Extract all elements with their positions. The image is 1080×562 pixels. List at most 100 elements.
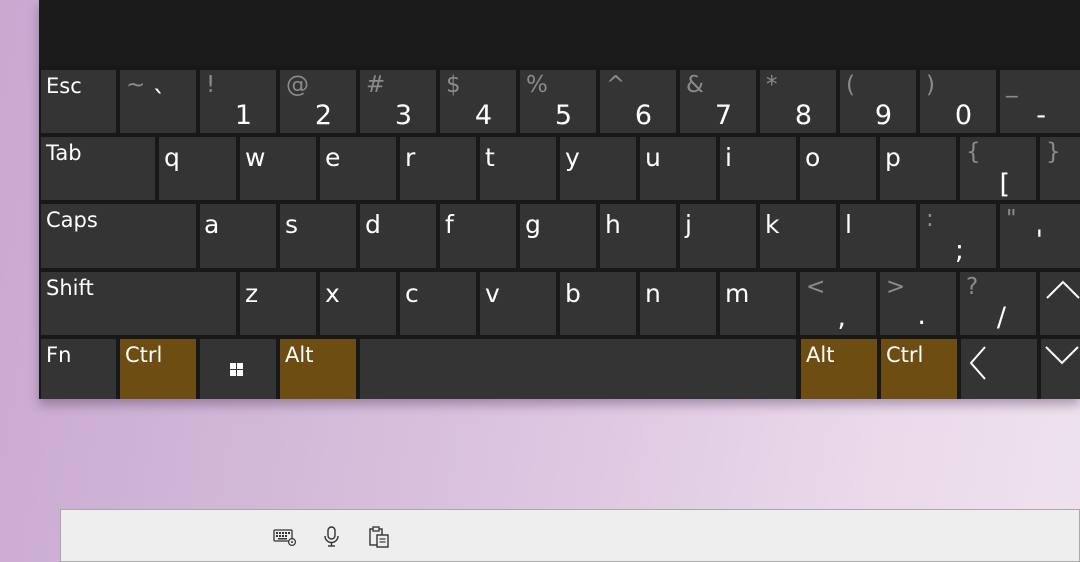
arrow-left-icon: [969, 346, 986, 380]
key-slash[interactable]: ? /: [960, 272, 1036, 335]
key-shift-label: >: [886, 274, 906, 300]
key-letter: p: [885, 143, 901, 172]
key-caps[interactable]: Caps: [41, 204, 196, 268]
key-9[interactable]: ( 9: [840, 70, 916, 133]
key-f[interactable]: f: [440, 204, 516, 268]
key-t[interactable]: t: [480, 137, 556, 200]
key-period[interactable]: > .: [880, 272, 956, 335]
key-label: Shift: [46, 276, 94, 300]
key-label: Alt: [806, 343, 835, 367]
key-label: Alt: [285, 343, 314, 367]
key-shift-label: _: [1006, 72, 1018, 98]
microphone-icon[interactable]: [320, 525, 344, 549]
key-l[interactable]: l: [840, 204, 916, 268]
key-4[interactable]: $ 4: [440, 70, 516, 133]
key-r[interactable]: r: [400, 137, 476, 200]
key-main-label: 0: [954, 100, 972, 131]
key-main-label: -: [1036, 100, 1046, 131]
arrow-up-icon: [1046, 280, 1080, 299]
key-semicolon[interactable]: : ;: [920, 204, 996, 268]
key-5[interactable]: % 5: [520, 70, 596, 133]
key-windows[interactable]: [200, 339, 276, 399]
key-label: Ctrl: [886, 343, 924, 367]
key-minus[interactable]: _ -: [1000, 70, 1080, 133]
key-fn[interactable]: Fn: [41, 339, 116, 399]
key-letter: g: [525, 210, 541, 239]
key-ctrl-left[interactable]: Ctrl: [120, 339, 196, 399]
key-shift-label: ^: [606, 72, 626, 98]
key-z[interactable]: z: [240, 272, 316, 335]
key-v[interactable]: v: [480, 272, 556, 335]
key-c[interactable]: c: [400, 272, 476, 335]
key-0[interactable]: ) 0: [920, 70, 996, 133]
key-h[interactable]: h: [600, 204, 676, 268]
key-d[interactable]: d: [360, 204, 436, 268]
key-tab[interactable]: Tab: [41, 137, 155, 200]
on-screen-keyboard: Esc ~ ` ! 1 @ 2 # 3 $ 4 % 5 ^ 6 & 7 * 8 …: [39, 0, 1080, 399]
clipboard-icon[interactable]: [367, 525, 391, 549]
key-8[interactable]: * 8: [760, 70, 836, 133]
key-e[interactable]: e: [320, 137, 396, 200]
key-letter: v: [485, 279, 500, 308]
key-backtick[interactable]: ~ `: [120, 70, 196, 133]
key-shift-label: }: [1046, 139, 1061, 165]
key-letter: d: [365, 210, 381, 239]
key-right-bracket[interactable]: } ]: [1040, 137, 1080, 200]
key-shift-label: &: [686, 72, 704, 98]
key-alt-right[interactable]: Alt: [801, 339, 877, 399]
key-7[interactable]: & 7: [680, 70, 756, 133]
key-left-bracket[interactable]: { [: [960, 137, 1036, 200]
keyboard-title-bar[interactable]: [39, 0, 1080, 66]
key-x[interactable]: x: [320, 272, 396, 335]
key-main-label: ,: [837, 302, 846, 333]
key-alt-left[interactable]: Alt: [280, 339, 356, 399]
key-letter: y: [565, 143, 580, 172]
key-main-label: 2: [314, 100, 332, 131]
key-ctrl-right[interactable]: Ctrl: [881, 339, 957, 399]
key-o[interactable]: o: [800, 137, 876, 200]
arrow-down-icon: [1045, 346, 1079, 365]
key-main-label: .: [917, 300, 926, 331]
key-shift[interactable]: Shift: [41, 272, 236, 335]
key-main-label: 3: [394, 100, 412, 131]
key-letter: m: [725, 279, 750, 308]
key-1[interactable]: ! 1: [200, 70, 276, 133]
key-m[interactable]: m: [720, 272, 796, 335]
key-main-label: /: [996, 302, 1006, 333]
key-n[interactable]: n: [640, 272, 716, 335]
windows-icon: [230, 363, 243, 376]
key-p[interactable]: p: [880, 137, 956, 200]
key-6[interactable]: ^ 6: [600, 70, 676, 133]
key-arrow-down[interactable]: [1041, 339, 1080, 399]
key-3[interactable]: # 3: [360, 70, 436, 133]
key-u[interactable]: u: [640, 137, 716, 200]
key-shift-label: :: [926, 206, 934, 232]
key-shift-label: <: [806, 274, 826, 300]
key-letter: r: [405, 143, 416, 172]
key-letter: b: [565, 279, 581, 308]
key-i[interactable]: i: [720, 137, 796, 200]
key-shift-label: %: [526, 72, 548, 98]
key-q[interactable]: q: [159, 137, 236, 200]
key-k[interactable]: k: [760, 204, 836, 268]
key-label: Ctrl: [125, 343, 163, 367]
key-comma[interactable]: < ,: [800, 272, 876, 335]
key-y[interactable]: y: [560, 137, 636, 200]
key-a[interactable]: a: [200, 204, 276, 268]
key-arrow-up[interactable]: [1040, 272, 1080, 335]
key-quote[interactable]: " ': [1000, 204, 1080, 268]
key-esc[interactable]: Esc: [41, 70, 116, 133]
key-shift-label: ~: [126, 72, 146, 98]
key-b[interactable]: b: [560, 272, 636, 335]
key-j[interactable]: j: [680, 204, 756, 268]
key-w[interactable]: w: [240, 137, 316, 200]
key-label: Caps: [46, 208, 98, 232]
key-g[interactable]: g: [520, 204, 596, 268]
key-2[interactable]: @ 2: [280, 70, 356, 133]
key-letter: z: [245, 279, 259, 308]
key-space[interactable]: [360, 339, 796, 399]
key-label: Esc: [46, 74, 82, 98]
key-arrow-left[interactable]: [961, 339, 1037, 399]
key-s[interactable]: s: [280, 204, 356, 268]
keyboard-settings-icon[interactable]: [273, 525, 297, 549]
